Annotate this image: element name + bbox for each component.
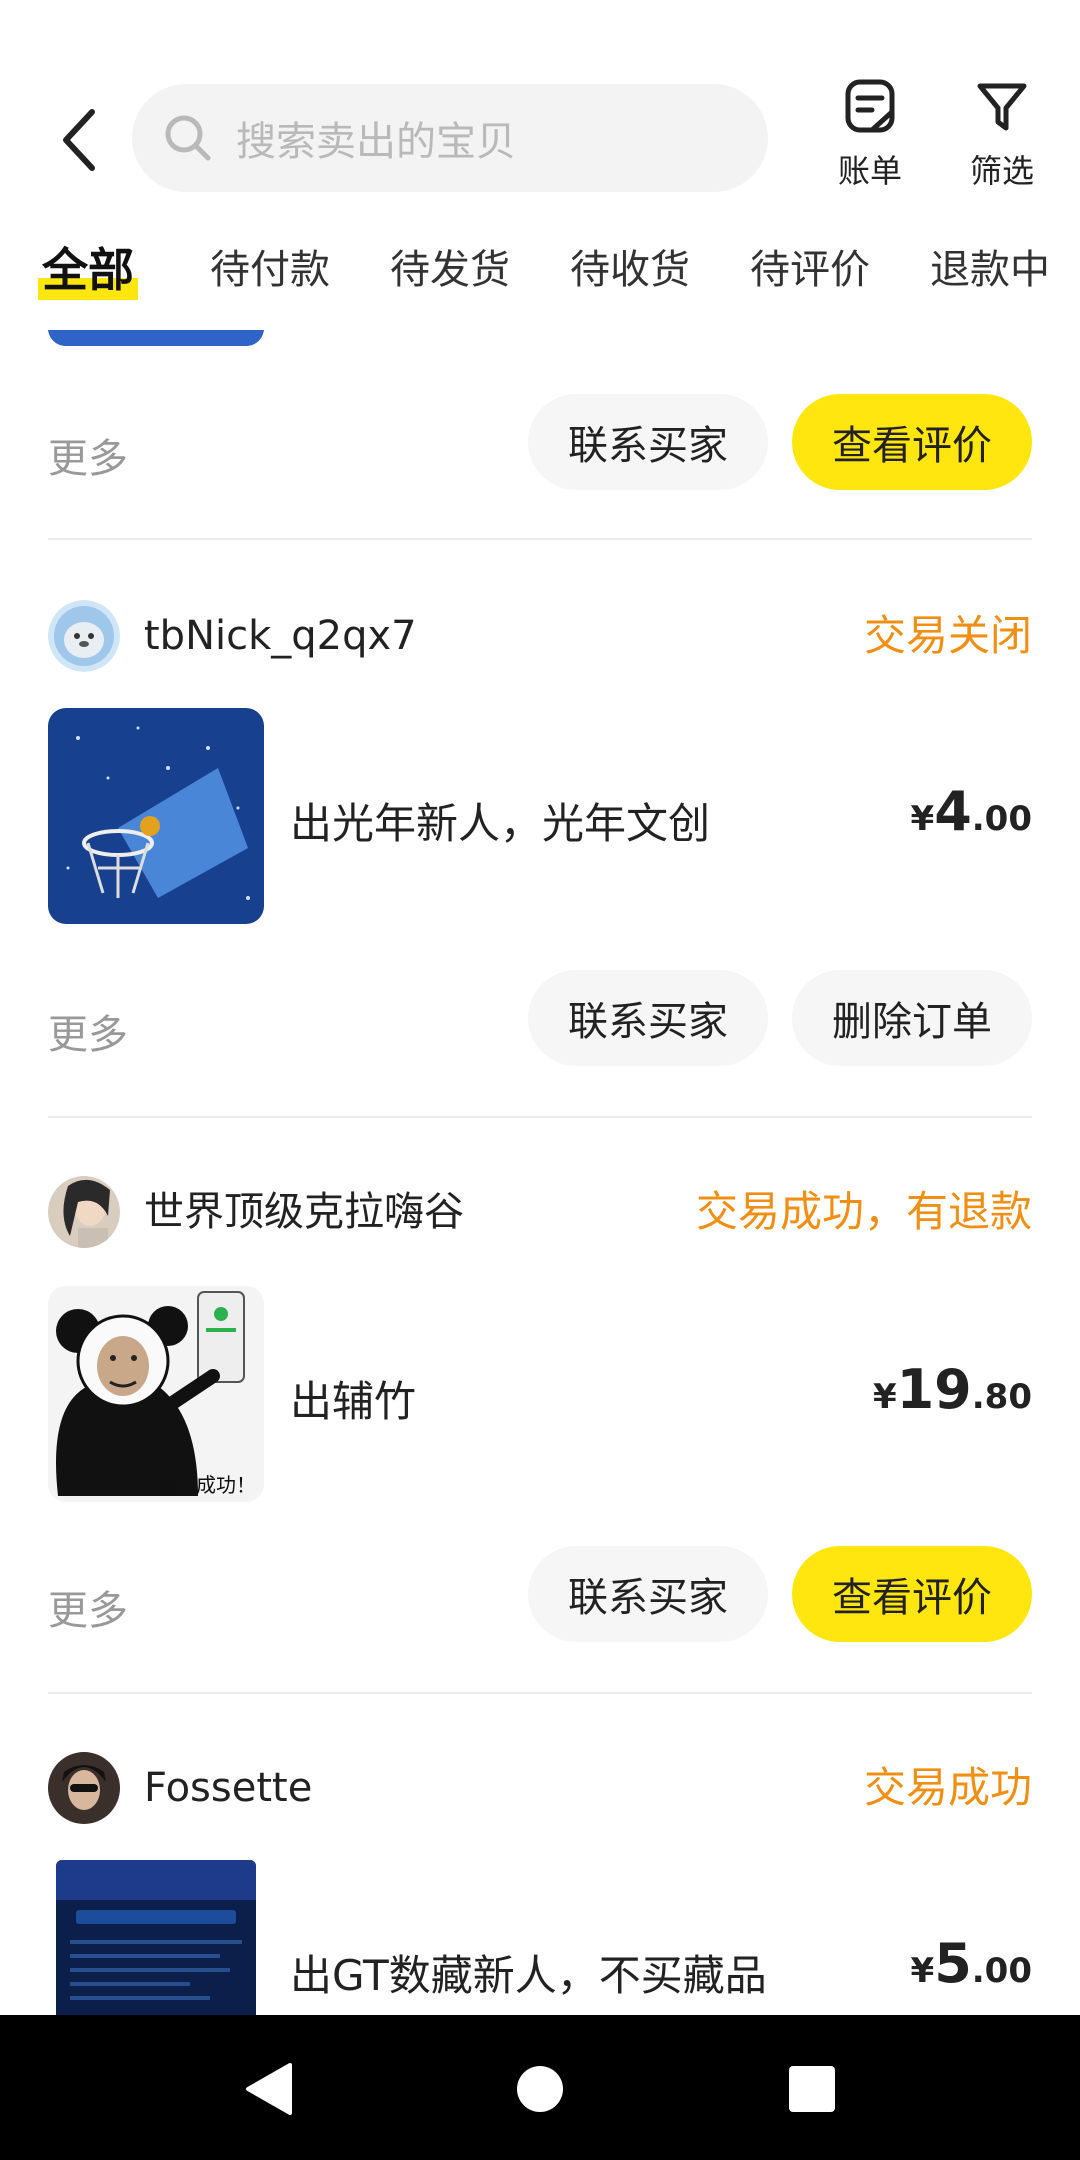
nav-back-button[interactable] xyxy=(236,2057,300,2121)
order-status: 交易成功，有退款 xyxy=(695,1187,1032,1236)
price-integer: 19 xyxy=(896,1358,972,1421)
buyer-name[interactable]: Fossette xyxy=(144,1752,312,1824)
seal-avatar-icon xyxy=(48,600,120,672)
filter-label: 筛选 xyxy=(969,152,1034,190)
order-header: tbNick_q2qx7 交易关闭 xyxy=(48,600,1032,674)
product-title[interactable]: 出辅竹 xyxy=(290,1368,416,1429)
filter-icon xyxy=(977,83,1027,131)
back-arrow-icon xyxy=(63,109,95,171)
nav-home-button[interactable] xyxy=(508,2057,572,2121)
divider xyxy=(48,1692,1032,1694)
price-decimal: .00 xyxy=(971,1951,1032,1991)
search-icon xyxy=(165,115,211,161)
buyer-name[interactable]: tbNick_q2qx7 xyxy=(144,600,417,672)
price-currency: ¥ xyxy=(872,1377,897,1417)
delete-order-button[interactable]: 删除订单 xyxy=(792,970,1032,1066)
product-title[interactable]: 出光年新人，光年文创 xyxy=(290,790,710,851)
order-status: 交易关闭 xyxy=(863,611,1032,660)
product-title[interactable]: 出GT数藏新人，不买藏品 xyxy=(290,1942,767,2003)
order-status-tabs: 全部 待付款 待发货 待收货 待评价 退款中 xyxy=(0,230,1080,310)
price-currency: ¥ xyxy=(910,1951,935,1991)
order-price: ¥4.00 xyxy=(911,780,1032,843)
tab-pending-shipment[interactable]: 待发货 xyxy=(390,230,510,310)
more-link[interactable]: 更多 xyxy=(48,1002,128,1060)
price-decimal: .00 xyxy=(971,799,1032,839)
nav-recents-icon xyxy=(789,2066,835,2112)
product-thumbnail[interactable]: 辅助成功！ xyxy=(48,1286,264,1502)
system-navigation-bar xyxy=(0,2015,1080,2160)
avatar[interactable] xyxy=(48,1176,120,1248)
panda-meme-image: 辅助成功！ xyxy=(48,1286,264,1502)
tab-pending-payment[interactable]: 待付款 xyxy=(210,230,330,310)
price-integer: 4 xyxy=(934,780,972,843)
header: 搜索卖出的宝贝 账单 筛选 全部 待付款 待发货 待收货 待评价 退款中 xyxy=(0,0,1080,330)
order-header: Fossette 交易成功 xyxy=(48,1752,1032,1826)
digital-collectible-image xyxy=(56,1860,256,2015)
basketball-hoop-image xyxy=(48,708,264,924)
product-thumbnail[interactable] xyxy=(56,1860,256,2015)
tab-label: 全部 xyxy=(42,243,134,297)
price-currency: ¥ xyxy=(910,799,935,839)
thumb-caption: 辅助成功！ xyxy=(156,1473,256,1497)
order-header: 世界顶级克拉嗨谷 交易成功，有退款 xyxy=(48,1176,1032,1250)
more-link[interactable]: 更多 xyxy=(48,426,128,484)
contact-buyer-button[interactable]: 联系买家 xyxy=(528,970,768,1066)
filter-button[interactable]: 筛选 xyxy=(947,78,1057,198)
order-list: 更多 联系买家 查看评价 tbNick_q2qx7 交易关闭 出光年新人，光年文… xyxy=(0,310,1080,2015)
person-avatar-icon xyxy=(48,1176,120,1248)
search-input[interactable]: 搜索卖出的宝贝 xyxy=(132,84,768,192)
bill-button[interactable]: 账单 xyxy=(815,78,925,198)
tab-pending-receipt[interactable]: 待收货 xyxy=(570,230,690,310)
order-price: ¥5.00 xyxy=(911,1932,1032,1995)
nav-home-icon xyxy=(517,2066,563,2112)
person-avatar-icon xyxy=(48,1752,120,1824)
avatar[interactable] xyxy=(48,1752,120,1824)
buyer-name[interactable]: 世界顶级克拉嗨谷 xyxy=(144,1176,464,1248)
nav-back-icon xyxy=(246,2063,292,2115)
nav-recents-button[interactable] xyxy=(780,2057,844,2121)
divider xyxy=(48,1116,1032,1118)
product-thumbnail[interactable] xyxy=(48,708,264,924)
price-decimal: .80 xyxy=(971,1377,1032,1417)
price-integer: 5 xyxy=(934,1932,972,1995)
bill-icon xyxy=(845,79,895,133)
order-price: ¥19.80 xyxy=(873,1358,1032,1421)
search-placeholder: 搜索卖出的宝贝 xyxy=(236,119,516,165)
more-link[interactable]: 更多 xyxy=(48,1578,128,1636)
order-status: 交易成功 xyxy=(863,1763,1032,1812)
divider xyxy=(48,538,1032,540)
avatar[interactable] xyxy=(48,600,120,672)
bill-label: 账单 xyxy=(837,152,902,190)
contact-buyer-button[interactable]: 联系买家 xyxy=(528,394,768,490)
back-button[interactable] xyxy=(48,100,108,180)
tab-all[interactable]: 全部 xyxy=(38,230,138,310)
tab-pending-review[interactable]: 待评价 xyxy=(750,230,870,310)
view-review-button[interactable]: 查看评价 xyxy=(792,1546,1032,1642)
tab-refunding[interactable]: 退款中 xyxy=(930,230,1050,310)
contact-buyer-button[interactable]: 联系买家 xyxy=(528,1546,768,1642)
view-review-button[interactable]: 查看评价 xyxy=(792,394,1032,490)
